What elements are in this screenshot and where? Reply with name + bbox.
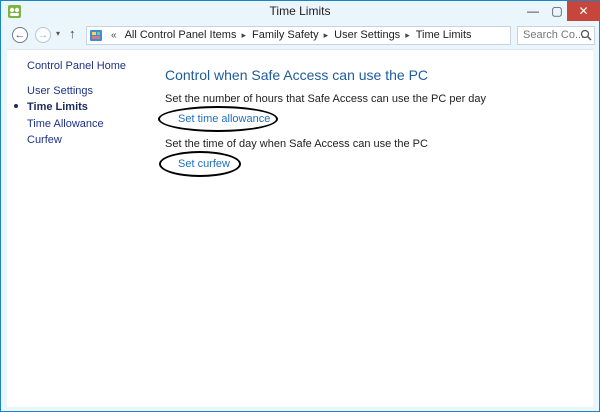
main-panel: Control when Safe Access can use the PC …	[158, 50, 585, 407]
set-time-allowance-link[interactable]: Set time allowance	[178, 113, 270, 125]
minimize-button[interactable]: —	[521, 1, 545, 21]
selected-bullet-icon	[14, 104, 18, 108]
breadcrumb-item-family-safety[interactable]: Family Safety	[252, 29, 319, 41]
sidebar-item-time-limits[interactable]: Time Limits	[27, 101, 88, 113]
navigation-bar: ← → ▾ ↑ « All Control Panel Items ▸ Fami…	[1, 23, 599, 49]
window: Time Limits — ▢ ✕ ← → ▾ ↑ « All Control …	[0, 0, 600, 412]
breadcrumb-item-user-settings[interactable]: User Settings	[334, 29, 400, 41]
set-curfew-link[interactable]: Set curfew	[178, 158, 230, 170]
sidebar-item-time-allowance[interactable]: Time Allowance	[27, 118, 104, 130]
breadcrumb: « All Control Panel Items ▸ Family Safet…	[111, 29, 472, 41]
curfew-description: Set the time of day when Safe Access can…	[165, 138, 428, 150]
search-box[interactable]: Search Co...	[517, 26, 595, 45]
breadcrumb-overflow[interactable]: «	[111, 30, 117, 41]
sidebar: Control Panel Home User Settings Time Li…	[7, 50, 147, 407]
breadcrumb-item-all-control-panel-items[interactable]: All Control Panel Items	[125, 29, 237, 41]
window-title: Time Limits	[269, 4, 331, 18]
sidebar-item-user-settings[interactable]: User Settings	[27, 85, 93, 97]
address-bar[interactable]: « All Control Panel Items ▸ Family Safet…	[86, 26, 592, 45]
page-title: Control when Safe Access can use the PC	[165, 67, 429, 83]
control-panel-icon	[90, 30, 102, 41]
maximize-button[interactable]: ▢	[545, 1, 569, 21]
search-icon[interactable]	[580, 29, 592, 41]
content-area: Control Panel Home User Settings Time Li…	[7, 49, 593, 407]
breadcrumb-separator-icon[interactable]: ▸	[241, 30, 246, 41]
breadcrumb-separator-icon[interactable]: ▸	[405, 30, 410, 41]
title-bar: Time Limits — ▢ ✕	[1, 1, 600, 23]
time-allowance-description: Set the number of hours that Safe Access…	[165, 93, 487, 105]
sidebar-link-control-panel-home[interactable]: Control Panel Home	[27, 60, 126, 72]
recent-pages-dropdown[interactable]: ▾	[56, 29, 60, 38]
breadcrumb-item-time-limits[interactable]: Time Limits	[416, 29, 472, 41]
sidebar-item-curfew[interactable]: Curfew	[27, 134, 62, 146]
search-input[interactable]: Search Co...	[523, 29, 584, 41]
close-button[interactable]: ✕	[567, 1, 600, 21]
forward-button[interactable]: →	[35, 27, 51, 43]
up-button[interactable]: ↑	[69, 26, 76, 41]
breadcrumb-separator-icon[interactable]: ▸	[324, 30, 329, 41]
back-button[interactable]: ←	[12, 27, 28, 43]
